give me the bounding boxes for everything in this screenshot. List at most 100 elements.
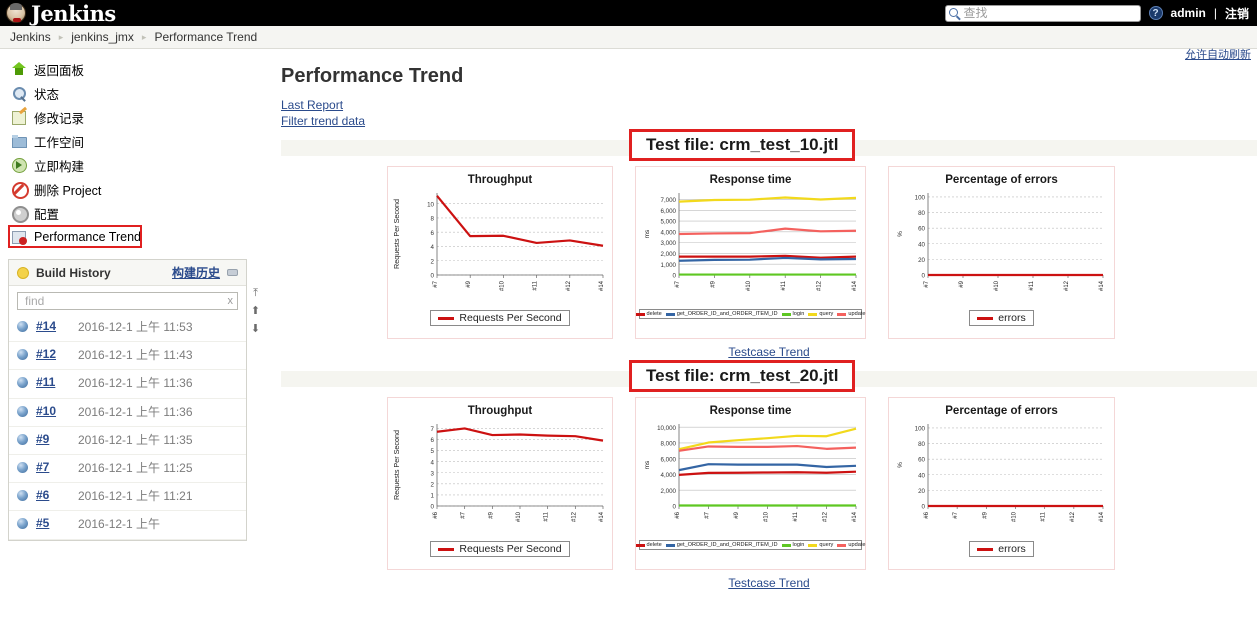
build-history-row[interactable]: #14 2016-12-1 上午 11:53 bbox=[9, 314, 246, 343]
sidebar-item-changes[interactable]: 修改记录 bbox=[0, 105, 257, 129]
chart-legend: delete get_ORDER_ID_and_ORDER_ITEM_ID logi… bbox=[635, 540, 865, 550]
sidebar-item-performance-trend[interactable]: Performance Trend bbox=[0, 225, 257, 249]
search-input[interactable] bbox=[961, 6, 1140, 20]
build-history-find-input[interactable] bbox=[23, 294, 221, 308]
build-number-link[interactable]: #5 bbox=[36, 516, 70, 530]
sidebar-item-build-now[interactable]: 立即构建 bbox=[0, 153, 257, 177]
build-history-header: Build History 构建历史 bbox=[9, 260, 246, 286]
last-report-link[interactable]: Last Report bbox=[281, 98, 1257, 112]
sidebar-item-back-to-dashboard[interactable]: 返回面板 bbox=[0, 57, 257, 81]
svg-text:7: 7 bbox=[431, 426, 435, 433]
build-history-title: Build History bbox=[36, 265, 111, 280]
build-history-row[interactable]: #11 2016-12-1 上午 11:36 bbox=[9, 370, 246, 399]
svg-text:#12: #12 bbox=[571, 511, 577, 522]
svg-text:40: 40 bbox=[918, 472, 925, 479]
build-history-find-box[interactable]: x bbox=[17, 292, 238, 310]
build-history-row[interactable]: #6 2016-12-1 上午 11:21 bbox=[9, 483, 246, 512]
plot-area: 0 2 4 6 8 10 #7 #9 #10 #11 #12 #14 Requests Per Seco… bbox=[391, 187, 609, 308]
build-history-row[interactable]: #9 2016-12-1 上午 11:35 bbox=[9, 427, 246, 455]
breadcrumb-item-jenkins[interactable]: Jenkins bbox=[10, 30, 51, 44]
testfile-header-annotation: Test file: crm_test_10.jtl bbox=[629, 129, 856, 161]
sidebar-item-configure[interactable]: 配置 bbox=[0, 201, 257, 225]
svg-text:#9: #9 bbox=[959, 280, 965, 287]
sidebar-item-status[interactable]: 状态 bbox=[0, 81, 257, 105]
clear-icon[interactable]: x bbox=[228, 295, 234, 307]
svg-text:2,000: 2,000 bbox=[661, 251, 677, 258]
build-history-find-row: x bbox=[9, 286, 246, 314]
build-history-row[interactable]: #10 2016-12-1 上午 11:36 bbox=[9, 399, 246, 427]
user-name-link[interactable]: admin bbox=[1171, 6, 1206, 20]
legend-label: Requests Per Second bbox=[459, 543, 562, 555]
build-number-link[interactable]: #12 bbox=[36, 347, 70, 361]
build-history-panel: Build History 构建历史 x #14 2016-12-1 上午 11:… bbox=[8, 259, 260, 541]
top-navigation-bar: Jenkins ? admin | 注销 bbox=[0, 0, 1257, 26]
svg-text:60: 60 bbox=[918, 226, 925, 233]
chart-plot: 0 2,000 4,000 6,000 8,000 10,000 #6 #7 #9 #10 #11 #… bbox=[644, 424, 858, 522]
legend-swatch bbox=[635, 312, 645, 316]
svg-text:#14: #14 bbox=[852, 511, 858, 522]
svg-text:#14: #14 bbox=[599, 511, 605, 522]
help-icon[interactable]: ? bbox=[1148, 6, 1163, 20]
build-history-row[interactable]: #5 2016-12-1 上午 bbox=[9, 511, 246, 540]
svg-text:#12: #12 bbox=[566, 280, 572, 291]
chart-row-crm-test-10: Throughput 0 2 4 6 8 10 #7 #9 #10 #11 #12 #14 Request… bbox=[281, 166, 1257, 339]
build-history-row[interactable]: #12 2016-12-1 上午 11:43 bbox=[9, 342, 246, 371]
svg-text:80: 80 bbox=[918, 210, 925, 217]
testcase-trend-link[interactable]: Testcase Trend bbox=[728, 345, 809, 359]
series-line bbox=[678, 196, 857, 203]
series-line bbox=[436, 427, 604, 442]
svg-text:#6: #6 bbox=[924, 511, 930, 518]
svg-text:#14: #14 bbox=[1099, 511, 1105, 522]
legend-swatch bbox=[781, 543, 791, 547]
logout-link[interactable]: 注销 bbox=[1225, 5, 1249, 22]
jenkins-logo-link[interactable]: Jenkins bbox=[6, 3, 116, 24]
chart-card-response-time[interactable]: Response time 0 1,000 2,000 3,000 4,000 5,000 6… bbox=[635, 166, 866, 339]
sidebar-item-workspace[interactable]: 工作空间 bbox=[0, 129, 257, 153]
svg-text:1: 1 bbox=[431, 493, 435, 500]
sidebar-item-label: 立即构建 bbox=[34, 159, 85, 174]
svg-text:#12: #12 bbox=[817, 280, 823, 291]
chart-plot: 0 1,000 2,000 3,000 4,000 5,000 6,000 7,000 #7 #9… bbox=[644, 193, 858, 291]
chart-card-throughput[interactable]: Throughput 0 2 4 6 8 10 #7 #9 #10 #11 #12 #14 Request… bbox=[387, 166, 613, 339]
build-number-link[interactable]: #7 bbox=[36, 460, 70, 474]
filter-trend-data-link[interactable]: Filter trend data bbox=[281, 114, 1257, 128]
testfile-section-band: Test file: crm_test_20.jtl bbox=[281, 360, 1257, 392]
chart-title: Response time bbox=[709, 405, 792, 417]
build-number-link[interactable]: #11 bbox=[36, 375, 70, 389]
collapse-icon[interactable] bbox=[227, 269, 238, 276]
legend-item: update bbox=[837, 542, 865, 548]
topbar-separator: | bbox=[1213, 6, 1217, 20]
svg-text:6: 6 bbox=[431, 437, 435, 444]
plot-area: 0 1,000 2,000 3,000 4,000 5,000 6,000 7,000 #7 #9… bbox=[639, 187, 862, 308]
build-number-link[interactable]: #6 bbox=[36, 488, 70, 502]
search-box[interactable] bbox=[944, 4, 1141, 22]
chart-card-percentage-of-errors[interactable]: Percentage of errors 0 20 40 60 80 100 #6 #7 #9 #1… bbox=[888, 397, 1115, 570]
chart-card-response-time[interactable]: Response time 0 2,000 4,000 6,000 8,000 10,000… bbox=[635, 397, 866, 570]
breadcrumb-item-jenkins-jmx[interactable]: jenkins_jmx bbox=[71, 30, 134, 44]
build-history-cn-link[interactable]: 构建历史 bbox=[172, 264, 220, 281]
breadcrumb-item-performance-trend[interactable]: Performance Trend bbox=[154, 30, 257, 44]
svg-text:2: 2 bbox=[431, 258, 435, 265]
svg-text:#6: #6 bbox=[675, 511, 681, 518]
sidebar-item-label: 删除 Project bbox=[34, 183, 102, 198]
chart-card-percentage-of-errors[interactable]: Percentage of errors 0 20 40 60 80 100 #7 #9 #10 #… bbox=[888, 166, 1115, 339]
delete-icon bbox=[11, 181, 29, 199]
build-number-link[interactable]: #9 bbox=[36, 432, 70, 446]
chart-row-crm-test-20: Throughput 0 1 2 3 4 5 6 7 #6 #7 #9 #10 #11 #12 #14 Requ… bbox=[281, 397, 1257, 570]
breadcrumb-separator-icon: ▸ bbox=[141, 31, 147, 42]
svg-text:#11: #11 bbox=[544, 511, 550, 521]
build-history-row[interactable]: #7 2016-12-1 上午 11:25 bbox=[9, 455, 246, 484]
svg-text:#9: #9 bbox=[710, 280, 716, 287]
brand-title: Jenkins bbox=[31, 0, 116, 26]
testcase-trend-link[interactable]: Testcase Trend bbox=[728, 576, 809, 590]
build-number-link[interactable]: #14 bbox=[36, 319, 70, 333]
testfile-label: Test file: crm_test_10.jtl bbox=[646, 135, 839, 154]
svg-text:#9: #9 bbox=[466, 280, 472, 287]
build-number-link[interactable]: #10 bbox=[36, 404, 70, 418]
svg-text:0: 0 bbox=[673, 273, 677, 280]
series-line bbox=[679, 254, 857, 259]
chart-card-throughput[interactable]: Throughput 0 1 2 3 4 5 6 7 #6 #7 #9 #10 #11 #12 #14 Requ… bbox=[387, 397, 613, 570]
svg-text:#10: #10 bbox=[499, 280, 505, 291]
build-timestamp: 2016-12-1 上午 11:36 bbox=[78, 404, 193, 419]
sidebar-item-delete-project[interactable]: 删除 Project bbox=[0, 177, 257, 201]
